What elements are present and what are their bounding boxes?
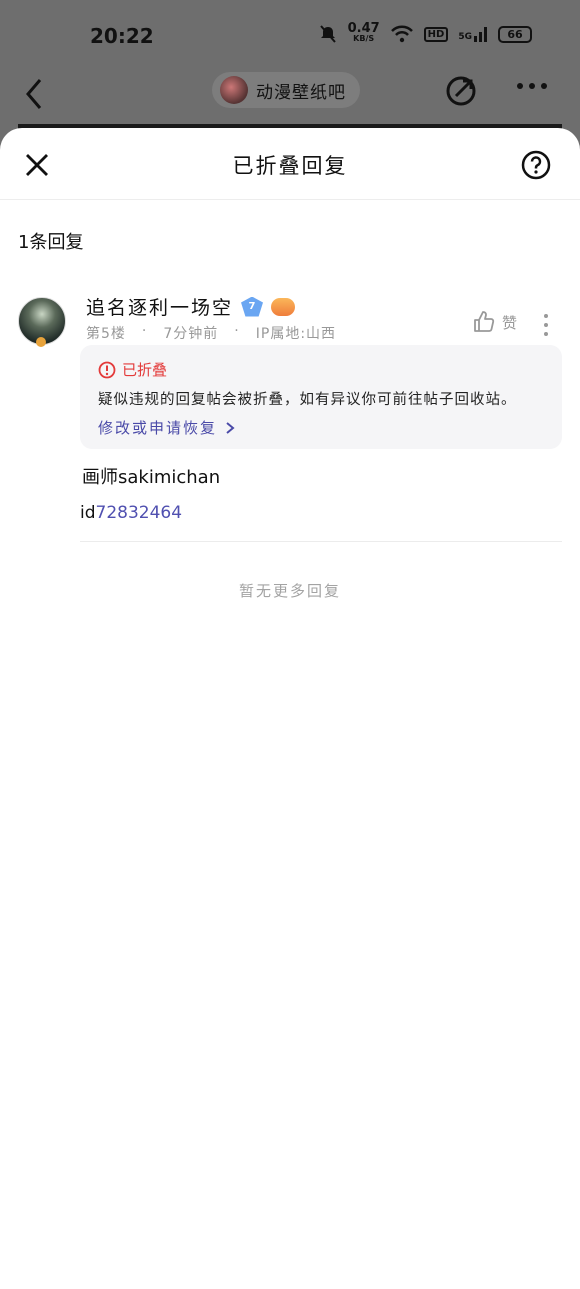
signal-bars-icon bbox=[474, 27, 487, 42]
post-content-line: 画师sakimichan bbox=[82, 467, 221, 488]
username-row: 追名逐利一场空 7 bbox=[86, 293, 296, 320]
appeal-link-label: 修改或申请恢复 bbox=[98, 419, 218, 437]
more-dots-icon[interactable] bbox=[516, 82, 548, 90]
forum-pill[interactable]: 动漫壁纸吧 bbox=[212, 72, 360, 108]
meta-separator: · bbox=[141, 323, 148, 339]
username[interactable]: 追名逐利一场空 bbox=[86, 293, 233, 320]
signal-5g: 5G bbox=[458, 26, 488, 42]
forum-avatar bbox=[220, 76, 248, 104]
post-content-id: id72832464 bbox=[80, 503, 182, 523]
folded-description: 疑似违规的回复帖会被折叠，如有异议你可前往帖子回收站。 bbox=[98, 392, 517, 408]
no-more-replies: 暂无更多回复 bbox=[238, 582, 341, 600]
mute-bell-icon bbox=[319, 25, 336, 43]
appeal-link[interactable]: 修改或申请恢复 bbox=[98, 417, 544, 438]
meta-separator: · bbox=[234, 323, 240, 339]
id-prefix: id bbox=[80, 503, 96, 523]
sheet-header: 已折叠回复 bbox=[0, 128, 580, 200]
level-badge: 7 bbox=[241, 296, 264, 317]
post-meta: 第5楼 · 7分钟前 · IP属地:山西 bbox=[86, 323, 336, 343]
forum-name: 动漫壁纸吧 bbox=[256, 82, 346, 103]
avatar-decoration bbox=[36, 337, 46, 347]
more-vertical-icon[interactable] bbox=[542, 313, 550, 337]
back-arrow-icon[interactable] bbox=[22, 76, 48, 112]
divider bbox=[80, 541, 562, 542]
speed-value: 0.47 bbox=[347, 21, 380, 36]
background-nav-bar: 动漫壁纸吧 bbox=[0, 72, 580, 128]
status-bar: 20:22 0.47 KB/S HD 5G 66 bbox=[0, 0, 580, 72]
network-speed: 0.47 KB/S bbox=[347, 21, 380, 44]
ip-location: IP属地:山西 bbox=[255, 326, 337, 342]
folded-notice: 已折叠 疑似违规的回复帖会被折叠，如有异议你可前往帖子回收站。 修改或申请恢复 bbox=[80, 345, 562, 449]
status-time: 20:22 bbox=[90, 24, 154, 48]
folded-replies-sheet: 已折叠回复 1条回复 追名逐利一场空 7 第5楼 · 7分钟前 · IP属地:山… bbox=[0, 128, 580, 1289]
share-icon[interactable] bbox=[444, 74, 478, 108]
folded-title: 已折叠 bbox=[122, 361, 168, 379]
network-type: 5G bbox=[458, 32, 472, 42]
speed-unit: KB/S bbox=[353, 34, 375, 43]
help-icon[interactable] bbox=[520, 149, 552, 181]
like-button[interactable]: 赞 bbox=[472, 310, 517, 334]
thumbs-up-icon bbox=[474, 311, 495, 332]
battery-indicator: 66 bbox=[498, 25, 532, 43]
status-icons: 0.47 KB/S HD 5G 66 bbox=[318, 21, 532, 44]
hd-badge: HD bbox=[423, 26, 449, 42]
id-number-link[interactable]: 72832464 bbox=[96, 503, 183, 523]
like-label: 赞 bbox=[502, 313, 518, 332]
warning-circle-icon bbox=[98, 361, 116, 378]
gamepad-icon bbox=[271, 297, 296, 316]
post-time: 7分钟前 bbox=[163, 326, 219, 342]
sheet-title: 已折叠回复 bbox=[232, 154, 348, 178]
wifi-icon bbox=[390, 25, 413, 43]
folded-title-row: 已折叠 bbox=[98, 359, 544, 380]
chevron-right-icon bbox=[226, 421, 235, 434]
floor-number: 第5楼 bbox=[86, 326, 126, 342]
reply-count: 1条回复 bbox=[18, 232, 84, 253]
